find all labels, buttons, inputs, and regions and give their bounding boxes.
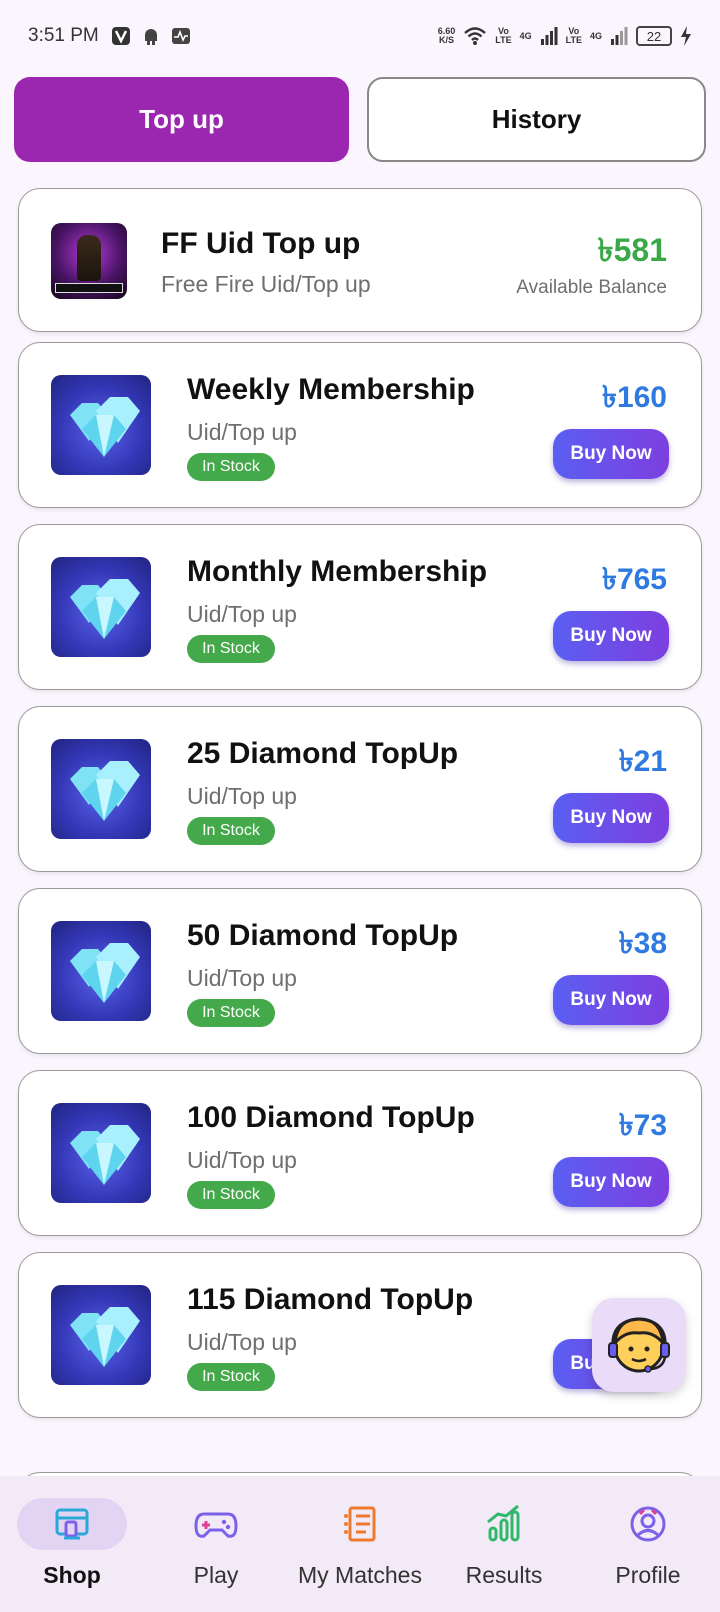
signal-4g-label-1: 4G bbox=[519, 30, 532, 41]
nav-play[interactable]: Play bbox=[144, 1498, 288, 1589]
results-chart-icon bbox=[487, 1504, 520, 1542]
product-title: Monthly Membership bbox=[187, 555, 488, 588]
nav-pill bbox=[593, 1498, 703, 1550]
signal-icon bbox=[610, 27, 628, 45]
product-card: 100 Diamond TopUp Uid/Top up In Stock ৳7… bbox=[18, 1070, 702, 1236]
stock-badge: In Stock bbox=[187, 817, 275, 845]
buy-now-button[interactable]: Buy Now bbox=[553, 1157, 669, 1207]
nav-profile-label: Profile bbox=[615, 1562, 681, 1588]
status-time: 3:51 PM bbox=[28, 25, 99, 46]
product-title: 25 Diamond TopUp bbox=[187, 737, 459, 770]
battery-icon: 22 bbox=[636, 26, 672, 46]
balance-amount: ৳581 bbox=[597, 232, 667, 268]
android-icon bbox=[143, 27, 159, 45]
product-title: 100 Diamond TopUp bbox=[187, 1101, 475, 1134]
product-card: 50 Diamond TopUp Uid/Top up In Stock ৳38… bbox=[18, 888, 702, 1054]
product-subtitle: Uid/Top up bbox=[187, 1147, 297, 1173]
balance-title: FF Uid Top up bbox=[161, 227, 361, 260]
balance-subtitle: Free Fire Uid/Top up bbox=[161, 271, 371, 297]
product-price: ৳38 bbox=[618, 927, 667, 960]
product-card: Monthly Membership Uid/Top up In Stock ৳… bbox=[18, 524, 702, 690]
nav-pill bbox=[449, 1498, 559, 1550]
profile-icon bbox=[630, 1506, 666, 1542]
product-card: Weekly Membership Uid/Top up In Stock ৳1… bbox=[18, 342, 702, 508]
tab-history[interactable]: History bbox=[367, 77, 706, 162]
product-subtitle: Uid/Top up bbox=[187, 965, 297, 991]
signal-icon bbox=[540, 27, 558, 45]
status-bar: 3:51 PM 6.60 K/S Vo LTE 4G Vo LTE 4G 22 bbox=[0, 0, 720, 72]
buy-now-button[interactable]: Buy Now bbox=[553, 975, 669, 1025]
nav-pill-active bbox=[17, 1498, 127, 1550]
product-subtitle: Uid/Top up bbox=[187, 1329, 297, 1355]
nav-play-label: Play bbox=[193, 1562, 239, 1588]
signal-4g-label-2: 4G bbox=[589, 30, 602, 41]
vpn-v-icon bbox=[111, 26, 131, 46]
wifi-icon bbox=[463, 26, 487, 46]
nav-shop[interactable]: Shop bbox=[0, 1498, 144, 1589]
balance-card: FF Uid Top up Free Fire Uid/Top up ৳581 … bbox=[18, 188, 702, 332]
volte-2: Vo LTE bbox=[565, 26, 582, 45]
product-card: 25 Diamond TopUp Uid/Top up In Stock ৳21… bbox=[18, 706, 702, 872]
bottom-navigation: Shop Play My Matches Results Profile bbox=[0, 1476, 720, 1612]
buy-now-button[interactable]: Buy Now bbox=[553, 429, 669, 479]
tab-bar: Top up History bbox=[14, 77, 706, 162]
diamond-icon bbox=[51, 739, 151, 839]
net-speed: 6.60 K/S bbox=[437, 26, 456, 45]
tab-topup[interactable]: Top up bbox=[14, 77, 349, 162]
charging-icon bbox=[680, 26, 692, 46]
product-subtitle: Uid/Top up bbox=[187, 419, 297, 445]
diamond-icon bbox=[51, 1103, 151, 1203]
product-price: ৳21 bbox=[618, 745, 667, 778]
stock-badge: In Stock bbox=[187, 1181, 275, 1209]
nav-pill bbox=[305, 1498, 415, 1550]
balance-label: Available Balance bbox=[516, 277, 667, 298]
product-subtitle: Uid/Top up bbox=[187, 601, 297, 627]
product-price: ৳765 bbox=[602, 563, 667, 596]
stock-badge: In Stock bbox=[187, 1363, 275, 1391]
product-title: Weekly Membership bbox=[187, 373, 475, 406]
support-agent-icon bbox=[608, 1317, 670, 1373]
support-agent-button[interactable] bbox=[592, 1298, 686, 1392]
matches-list-icon bbox=[344, 1506, 376, 1542]
stock-badge: In Stock bbox=[187, 453, 275, 481]
nav-matches-label: My Matches bbox=[298, 1562, 422, 1588]
buy-now-button[interactable]: Buy Now bbox=[553, 793, 669, 843]
nav-my-matches[interactable]: My Matches bbox=[288, 1498, 432, 1589]
nav-pill bbox=[161, 1498, 271, 1550]
product-price: ৳160 bbox=[602, 381, 667, 414]
volte-1: Vo LTE bbox=[495, 26, 512, 45]
stock-badge: In Stock bbox=[187, 635, 275, 663]
buy-now-button[interactable]: Buy Now bbox=[553, 611, 669, 661]
nav-shop-label: Shop bbox=[43, 1562, 101, 1588]
activity-icon bbox=[171, 27, 191, 45]
shop-icon bbox=[55, 1508, 89, 1540]
diamond-icon bbox=[51, 557, 151, 657]
diamond-icon bbox=[51, 1285, 151, 1385]
product-price: ৳73 bbox=[618, 1109, 667, 1142]
gamepad-icon bbox=[194, 1512, 238, 1538]
product-subtitle: Uid/Top up bbox=[187, 783, 297, 809]
diamond-icon bbox=[51, 375, 151, 475]
product-title: 115 Diamond TopUp bbox=[187, 1283, 474, 1316]
nav-profile[interactable]: Profile bbox=[576, 1498, 720, 1589]
diamond-icon bbox=[51, 921, 151, 1021]
stock-badge: In Stock bbox=[187, 999, 275, 1027]
nav-results[interactable]: Results bbox=[432, 1498, 576, 1589]
product-title: 50 Diamond TopUp bbox=[187, 919, 459, 952]
nav-results-label: Results bbox=[465, 1562, 543, 1588]
free-fire-thumbnail bbox=[51, 223, 127, 299]
